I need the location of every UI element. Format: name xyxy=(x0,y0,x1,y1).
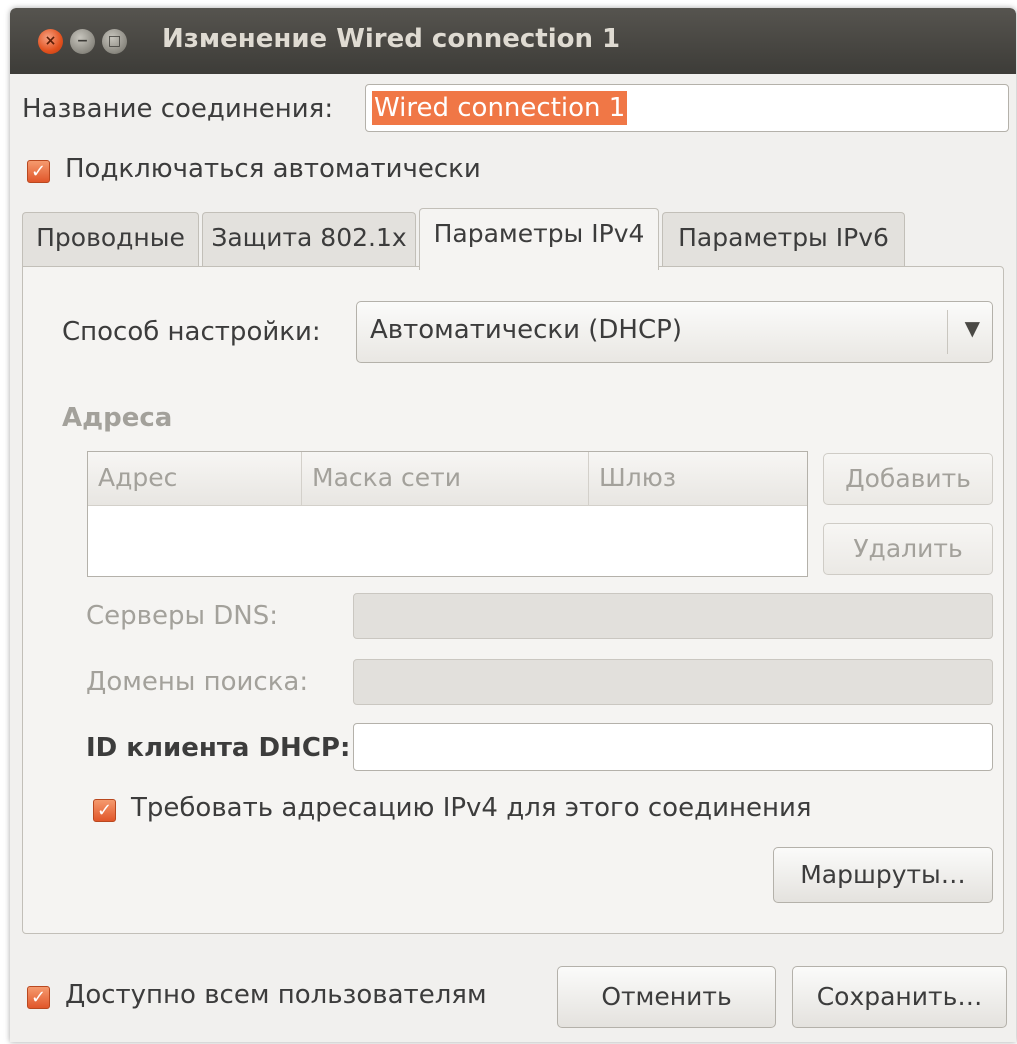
edit-connection-dialog: × − □ Изменение Wired connection 1 Назва… xyxy=(10,8,1016,1042)
maximize-window-button[interactable]: □ xyxy=(102,29,127,54)
dns-servers-label: Серверы DNS: xyxy=(86,601,279,631)
dhcp-client-id-field[interactable] xyxy=(353,723,993,771)
require-ipv4-checkbox[interactable]: ✓ xyxy=(93,799,116,822)
maximize-icon: □ xyxy=(107,33,122,49)
ipv4-settings-panel: Способ настройки: Автоматически (DHCP) ▼… xyxy=(22,266,1004,934)
method-label: Способ настройки: xyxy=(62,317,321,347)
require-ipv4-label[interactable]: Требовать адресацию IPv4 для этого соеди… xyxy=(131,793,812,823)
connection-name-field[interactable]: Wired connection 1 xyxy=(365,84,1009,132)
method-select[interactable]: Автоматически (DHCP) ▼ xyxy=(356,301,993,363)
all-users-label[interactable]: Доступно всем пользователям xyxy=(65,980,487,1010)
routes-button[interactable]: Маршруты… xyxy=(773,847,993,903)
tab-security-8021x[interactable]: Защита 802.1x xyxy=(202,212,416,267)
method-value: Автоматически (DHCP) xyxy=(370,315,682,345)
minimize-icon: − xyxy=(76,33,89,49)
checkmark-icon: ✓ xyxy=(30,987,47,1008)
column-address[interactable]: Адрес xyxy=(88,452,302,506)
search-domains-label: Домены поиска: xyxy=(86,667,309,697)
auto-connect-label[interactable]: Подключаться автоматически xyxy=(65,154,481,184)
tab-ipv4-settings[interactable]: Параметры IPv4 xyxy=(419,208,659,270)
cancel-button[interactable]: Отменить xyxy=(557,966,776,1028)
combo-separator xyxy=(947,310,948,354)
dns-servers-field[interactable] xyxy=(353,593,993,639)
connection-name-label: Название соединения: xyxy=(22,94,334,124)
title-bar: × − □ Изменение Wired connection 1 xyxy=(10,8,1016,74)
column-netmask[interactable]: Маска сети xyxy=(302,452,589,506)
connection-name-value: Wired connection 1 xyxy=(372,91,628,125)
column-gateway[interactable]: Шлюз xyxy=(589,452,807,506)
delete-address-button[interactable]: Удалить xyxy=(823,523,993,575)
addresses-heading: Адреса xyxy=(62,403,173,433)
dhcp-client-id-label: ID клиента DHCP: xyxy=(86,733,351,763)
tab-ipv6-settings[interactable]: Параметры IPv6 xyxy=(662,212,905,267)
add-address-button[interactable]: Добавить xyxy=(823,453,993,505)
tab-wired[interactable]: Проводные xyxy=(22,212,199,267)
checkmark-icon: ✓ xyxy=(96,800,113,821)
addresses-table[interactable]: Адрес Маска сети Шлюз xyxy=(87,451,808,577)
window-title: Изменение Wired connection 1 xyxy=(162,24,621,54)
minimize-window-button[interactable]: − xyxy=(70,29,95,54)
close-window-button[interactable]: × xyxy=(38,29,63,54)
close-icon: × xyxy=(44,33,57,49)
search-domains-field[interactable] xyxy=(353,659,993,705)
save-button[interactable]: Сохранить… xyxy=(792,966,1007,1028)
all-users-checkbox[interactable]: ✓ xyxy=(27,986,50,1009)
dropdown-arrow-icon: ▼ xyxy=(964,316,980,340)
auto-connect-checkbox[interactable]: ✓ xyxy=(27,160,50,183)
checkmark-icon: ✓ xyxy=(30,161,47,182)
